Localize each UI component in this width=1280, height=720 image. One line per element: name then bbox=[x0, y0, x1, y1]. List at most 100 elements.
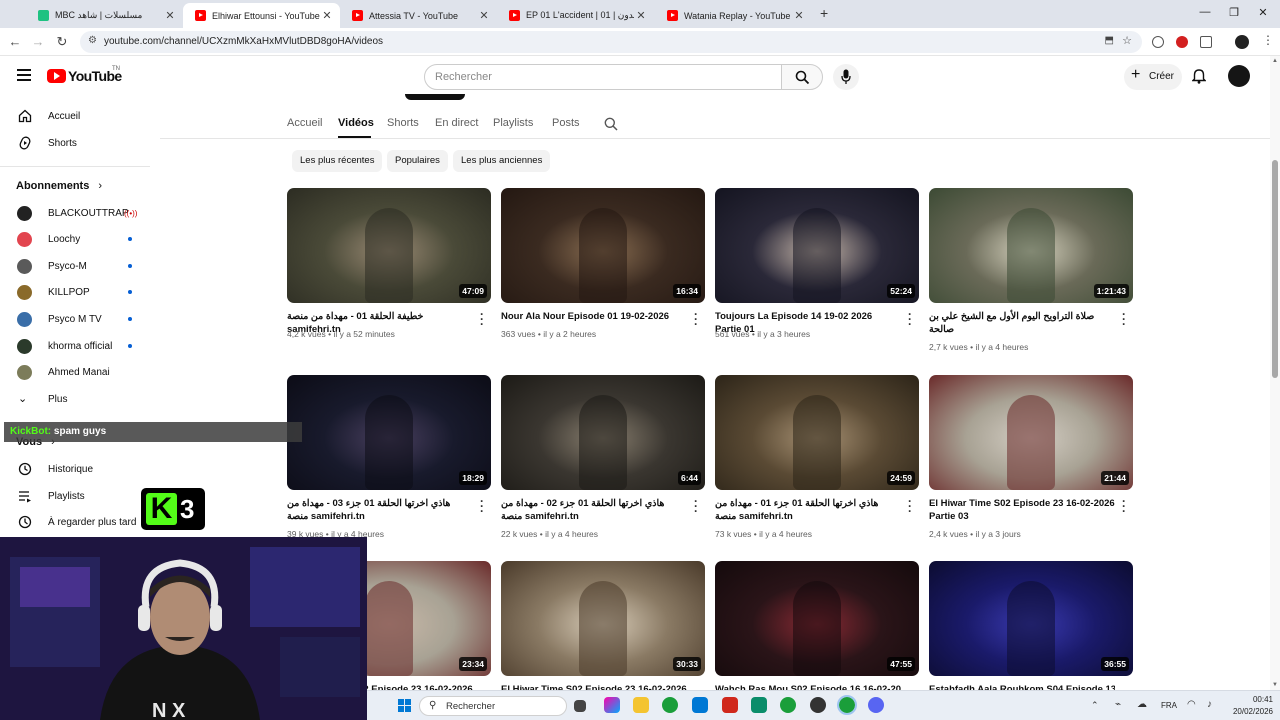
extensions-puzzle-icon[interactable] bbox=[1200, 36, 1212, 48]
minimize-icon[interactable]: — bbox=[1195, 6, 1215, 18]
forward-icon[interactable]: → bbox=[30, 34, 46, 49]
install-app-icon[interactable]: ⬒ bbox=[1105, 35, 1114, 46]
subscribe-button-edge[interactable] bbox=[405, 94, 465, 100]
tray-overflow-icon[interactable]: ⌃ bbox=[1091, 700, 1099, 711]
tab-shorts[interactable]: Shorts bbox=[387, 117, 419, 129]
video-card[interactable]: 52:24 Toujours La Episode 14 19-02 2026 P… bbox=[715, 188, 919, 348]
subscriptions-heading[interactable]: Abonnements › bbox=[16, 180, 102, 192]
site-info-icon[interactable]: ⚙ bbox=[88, 35, 97, 46]
video-thumbnail[interactable]: 1:21:43 bbox=[929, 188, 1133, 303]
video-card[interactable]: 16:34 Nour Ala Nour Episode 01 19-02-2026… bbox=[501, 188, 705, 348]
sidebar-subscription[interactable]: khorma official bbox=[0, 333, 150, 359]
browser-tab[interactable]: Watania Replay - YouTube ✕ bbox=[655, 3, 812, 28]
back-icon[interactable]: ← bbox=[7, 34, 23, 49]
video-card[interactable]: 1:21:43 صلاة التراويح اليوم الأول مع الشي… bbox=[929, 188, 1133, 352]
hamburger-menu-icon[interactable] bbox=[17, 69, 31, 81]
tray-cloud-icon[interactable]: ☁ bbox=[1137, 699, 1147, 710]
sidebar-item-home[interactable]: Accueil bbox=[0, 103, 150, 129]
video-title[interactable]: Nour Ala Nour Episode 01 19-02-2026 bbox=[501, 310, 687, 323]
more-actions-icon[interactable]: · · · bbox=[908, 495, 914, 517]
wps-office-icon[interactable] bbox=[722, 697, 738, 713]
browser-tab[interactable]: Attessia TV - YouTube ✕ bbox=[340, 3, 497, 28]
browser-menu-icon[interactable]: ⋮ bbox=[1262, 33, 1274, 47]
tray-network-icon[interactable]: ⌁ bbox=[1115, 699, 1121, 710]
profile-avatar-icon[interactable] bbox=[1235, 35, 1249, 49]
chip-popular[interactable]: Populaires bbox=[387, 150, 448, 172]
search-button[interactable] bbox=[781, 64, 823, 90]
excel-icon[interactable] bbox=[751, 697, 767, 713]
video-thumbnail[interactable]: 6:44 bbox=[501, 375, 705, 490]
sidebar-item-shorts[interactable]: Shorts bbox=[0, 130, 150, 156]
bookmark-star-icon[interactable]: ☆ bbox=[1122, 34, 1132, 47]
new-tab-icon[interactable]: + bbox=[820, 5, 828, 21]
taskbar-search[interactable]: ⚲ Rechercher bbox=[419, 696, 567, 716]
sidebar-subscription[interactable]: Loochy bbox=[0, 226, 150, 252]
discord-icon[interactable] bbox=[868, 697, 884, 713]
sidebar-subscription[interactable]: BLACKOUTTRAP ((•)) bbox=[0, 200, 150, 226]
close-tab-icon[interactable]: ✕ bbox=[320, 9, 334, 22]
notifications-bell-icon[interactable] bbox=[1192, 69, 1206, 84]
scroll-down-arrow-icon[interactable]: ▼ bbox=[1272, 682, 1278, 688]
tab-home[interactable]: Accueil bbox=[287, 117, 322, 129]
voice-search-button[interactable] bbox=[833, 64, 859, 90]
close-window-icon[interactable]: ✕ bbox=[1253, 6, 1273, 19]
address-bar[interactable]: ⚙ youtube.com/channel/UCXzmMkXaHxMVlutDB… bbox=[80, 31, 1142, 53]
extension-icon[interactable] bbox=[1152, 36, 1164, 48]
more-actions-icon[interactable]: · · · bbox=[480, 308, 486, 330]
video-thumbnail[interactable]: 52:24 bbox=[715, 188, 919, 303]
more-actions-icon[interactable]: · · · bbox=[1122, 308, 1128, 330]
close-tab-icon[interactable]: ✕ bbox=[634, 9, 648, 22]
video-thumbnail[interactable]: 16:34 bbox=[501, 188, 705, 303]
scrollbar-thumb[interactable] bbox=[1272, 160, 1278, 378]
store-icon[interactable] bbox=[692, 697, 708, 713]
video-card[interactable]: 21:44 El Hiwar Time S02 Episode 23 16-02-… bbox=[929, 375, 1133, 539]
sidebar-show-more[interactable]: ⌄ Plus bbox=[0, 386, 150, 412]
video-thumbnail[interactable]: 21:44 bbox=[929, 375, 1133, 490]
video-thumbnail[interactable]: 24:59 bbox=[715, 375, 919, 490]
video-thumbnail[interactable]: 36:55 bbox=[929, 561, 1133, 676]
adblock-extension-icon[interactable] bbox=[1176, 36, 1188, 48]
tab-videos[interactable]: Vidéos bbox=[338, 117, 374, 129]
chrome-icon[interactable] bbox=[662, 697, 678, 713]
page-scrollbar[interactable]: ▲ ▼ bbox=[1270, 56, 1280, 690]
sidebar-item-playlists[interactable]: Playlists bbox=[0, 483, 150, 509]
channel-search-icon[interactable] bbox=[604, 117, 618, 131]
more-actions-icon[interactable]: · · · bbox=[694, 495, 700, 517]
video-card[interactable]: 47:55Wahch Ras Mou S02 Episode 16 16-02-… bbox=[715, 561, 919, 695]
close-tab-icon[interactable]: ✕ bbox=[477, 9, 491, 22]
search-input[interactable]: Rechercher bbox=[424, 64, 782, 90]
tray-wifi-icon[interactable]: ◠ bbox=[1187, 699, 1196, 710]
close-tab-icon[interactable]: ✕ bbox=[792, 9, 806, 22]
browser-tab-active[interactable]: Elhiwar Ettounsi - YouTube ✕ bbox=[183, 3, 340, 28]
sidebar-subscription[interactable]: Ahmed Manai bbox=[0, 359, 150, 385]
video-thumbnail[interactable]: 30:33 bbox=[501, 561, 705, 676]
close-tab-icon[interactable]: ✕ bbox=[163, 9, 177, 22]
more-actions-icon[interactable]: · · · bbox=[480, 495, 486, 517]
video-card[interactable]: 30:33El Hiwar Time S02 Episode 23 16-02-… bbox=[501, 561, 705, 695]
sidebar-item-watch-later[interactable]: À regarder plus tard bbox=[0, 509, 150, 535]
browser-tab[interactable]: EP 01 L'accident | الأكسيدون | 01 ✕ bbox=[497, 3, 654, 28]
create-button[interactable]: + Créer bbox=[1124, 64, 1182, 90]
chrome-profile-icon[interactable] bbox=[780, 697, 796, 713]
tray-volume-icon[interactable]: ♪ bbox=[1207, 699, 1212, 710]
video-thumbnail[interactable]: 18:29 bbox=[287, 375, 491, 490]
copilot-icon[interactable] bbox=[604, 697, 620, 713]
video-card[interactable]: 36:55Estahfadh Aala Rouhkom S04 Episode … bbox=[929, 561, 1133, 695]
chip-oldest[interactable]: Les plus anciennes bbox=[453, 150, 551, 172]
video-title[interactable]: هاذي اخرتها الحلقة 01 جزء 01 - مهداة من … bbox=[715, 497, 901, 523]
more-actions-icon[interactable]: · · · bbox=[694, 308, 700, 330]
restore-icon[interactable]: ❐ bbox=[1224, 6, 1244, 19]
tray-clock-date[interactable]: 20/02/2026 bbox=[1225, 707, 1273, 716]
more-actions-icon[interactable]: · · · bbox=[1122, 495, 1128, 517]
tab-playlists[interactable]: Playlists bbox=[493, 117, 533, 129]
sidebar-subscription[interactable]: Psyco-M bbox=[0, 253, 150, 279]
video-card[interactable]: 6:44 هاذي اخرتها الحلقة 01 جزء 02 - مهداة… bbox=[501, 375, 705, 539]
more-actions-icon[interactable]: · · · bbox=[908, 308, 914, 330]
file-explorer-icon[interactable] bbox=[633, 697, 649, 713]
sidebar-subscription[interactable]: KILLPOP bbox=[0, 279, 150, 305]
youtube-logo-icon[interactable] bbox=[47, 69, 66, 83]
video-title[interactable]: هاذي اخرتها الحلقة 01 جزء 03 - مهداة من … bbox=[287, 497, 473, 523]
video-title[interactable]: صلاة التراويح اليوم الأول مع الشيخ علي ب… bbox=[929, 310, 1115, 336]
video-thumbnail[interactable]: 47:55 bbox=[715, 561, 919, 676]
tray-language[interactable]: FRA bbox=[1161, 701, 1177, 710]
